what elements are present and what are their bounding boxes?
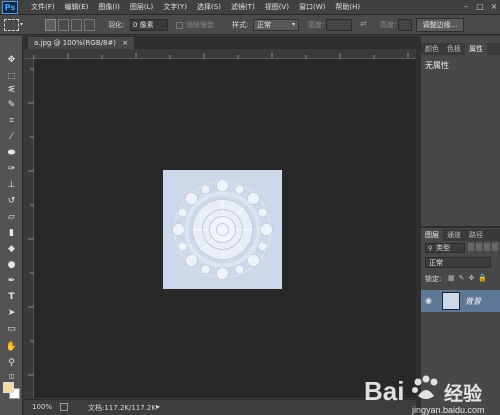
pen-tool-icon[interactable]: ✒ [4, 275, 19, 288]
menu-help[interactable]: 帮助(H) [330, 0, 365, 15]
history-brush-tool-icon[interactable]: ↺ [4, 195, 19, 208]
horizontal-ruler [24, 49, 416, 59]
photoshop-logo: Ps [2, 1, 18, 14]
menu-edit[interactable]: 编辑(E) [60, 0, 94, 15]
filter-type-icon[interactable] [484, 243, 490, 251]
status-menu-arrow-icon[interactable]: ▸ [156, 402, 160, 411]
properties-panel-tabs: 颜色 色板 属性 [421, 43, 500, 55]
foreground-color-swatch[interactable] [3, 382, 14, 393]
lock-icons: ▦ ✎ ✥ 🔒 [448, 274, 487, 282]
properties-content: 无属性 [425, 61, 449, 70]
move-tool-icon[interactable]: ✥ [4, 54, 19, 67]
style-label: 样式: [232, 21, 249, 29]
swap-icon[interactable]: ⇄ [360, 19, 367, 28]
blend-mode-select[interactable]: 正常 [425, 257, 491, 268]
height-input[interactable] [398, 19, 412, 31]
hand-tool-icon[interactable]: ✋ [4, 341, 19, 354]
lace-doily-image [172, 179, 273, 280]
width-label: 宽度: [308, 21, 325, 29]
lasso-tool-icon[interactable]: ᓬ [4, 84, 19, 97]
menu-filter[interactable]: 滤镜(T) [226, 0, 260, 15]
vertical-ruler [24, 59, 34, 398]
dodge-tool-icon[interactable]: ● [4, 259, 19, 272]
document-size: 文档:117.2K/117.2K [88, 404, 156, 412]
tab-paths[interactable]: 路径 [465, 229, 487, 241]
menu-select[interactable]: 选择(S) [192, 0, 226, 15]
marquee-tool-icon[interactable]: ⬚ [4, 69, 19, 82]
close-button[interactable]: × [490, 2, 498, 11]
new-selection-icon[interactable] [45, 19, 56, 31]
lock-all-icon[interactable]: 🔒 [478, 274, 487, 282]
quick-select-tool-icon[interactable]: ✎ [4, 99, 19, 112]
layer-filter-select[interactable]: ⚲ 类型 [425, 243, 465, 253]
eraser-tool-icon[interactable]: ▱ [4, 211, 19, 224]
baidu-logo: Bai 经验 jingyan.baidu.com [364, 375, 485, 415]
layer-visibility-eye-icon[interactable]: ◉ [425, 296, 435, 306]
tab-channels[interactable]: 通道 [443, 229, 465, 241]
chevron-down-icon[interactable]: ▾ [20, 22, 26, 28]
path-select-tool-icon[interactable]: ➤ [4, 307, 19, 320]
lock-transparent-icon[interactable]: ▦ [448, 274, 455, 282]
lock-label: 锁定: [425, 275, 442, 283]
height-label: 高度: [380, 21, 397, 29]
filter-search-icon: ⚲ [428, 245, 433, 252]
minimize-button[interactable]: – [462, 2, 470, 11]
menu-items: 文件(F) 编辑(E) 图像(I) 图层(L) 文字(Y) 选择(S) 滤镜(T… [26, 0, 365, 15]
refine-edge-button[interactable]: 调整边缘... [416, 18, 464, 32]
menu-layer[interactable]: 图层(L) [125, 0, 158, 15]
baidu-brand-text: Bai [364, 376, 404, 406]
zoom-level[interactable]: 100% [32, 403, 52, 411]
filter-pixel-icon[interactable] [468, 243, 474, 251]
clone-stamp-tool-icon[interactable]: ⊥ [4, 179, 19, 192]
baidu-jingyan-watermark: Bai 经验 jingyan.baidu.com [360, 370, 496, 415]
crop-tool-icon[interactable]: ⌗ [4, 115, 19, 128]
antialias-label: 消除锯齿 [186, 21, 214, 29]
menu-image[interactable]: 图像(I) [93, 0, 125, 15]
layer-filter-icons [468, 243, 498, 253]
gradient-tool-icon[interactable]: ▮ [4, 227, 19, 240]
lock-pixels-icon[interactable]: ✎ [459, 274, 465, 282]
spot-healing-tool-icon[interactable]: ⬬ [4, 147, 19, 160]
layers-panel-tabs: 图层 通道 路径 [421, 229, 500, 241]
zoom-tool-icon[interactable]: ⚲ [4, 357, 19, 370]
brush-tool-icon[interactable]: ✑ [4, 163, 19, 176]
subtract-selection-icon[interactable] [71, 19, 82, 31]
lock-position-icon[interactable]: ✥ [469, 274, 475, 282]
tab-layers[interactable]: 图层 [421, 229, 443, 241]
menu-file[interactable]: 文件(F) [26, 0, 60, 15]
marquee-tool-preset-icon[interactable] [4, 19, 19, 31]
menu-type[interactable]: 文字(Y) [158, 0, 192, 15]
tab-color[interactable]: 颜色 [421, 43, 443, 55]
document-tab[interactable]: a.jpg @ 100%(RGB/8#) × [28, 37, 135, 49]
blur-tool-icon[interactable]: ◆ [4, 243, 19, 256]
feather-input[interactable]: 0 像素 [130, 19, 168, 31]
maximize-button[interactable]: □ [476, 2, 484, 11]
chevron-down-icon: ▾ [292, 21, 296, 28]
antialias-checkbox[interactable] [176, 22, 183, 29]
filter-adjust-icon[interactable] [476, 243, 482, 251]
watermark-url: jingyan.baidu.com [411, 405, 485, 415]
tab-swatches[interactable]: 色板 [443, 43, 465, 55]
window-controls: – □ × [462, 2, 498, 11]
width-input[interactable] [326, 19, 352, 31]
feather-label: 羽化: [108, 21, 125, 29]
close-tab-icon[interactable]: × [122, 39, 128, 47]
document-image[interactable] [163, 170, 282, 289]
type-tool-icon[interactable]: T [4, 291, 19, 304]
document-tab-title: a.jpg @ 100%(RGB/8#) [34, 39, 117, 47]
rectangle-tool-icon[interactable]: ▭ [4, 323, 19, 336]
status-info-icon[interactable] [60, 403, 68, 411]
layer-filter-label: 类型 [436, 244, 450, 252]
status-bar: 100% 文档:117.2K/117.2K ▸ [24, 399, 416, 415]
layer-name[interactable]: 背景 [465, 296, 481, 307]
menu-window[interactable]: 窗口(W) [294, 0, 330, 15]
eyedropper-tool-icon[interactable]: ⁄ [4, 131, 19, 144]
jingyan-brand-text: 经验 [444, 382, 483, 405]
filter-shape-icon[interactable] [492, 243, 498, 251]
intersect-selection-icon[interactable] [84, 19, 95, 31]
tab-properties[interactable]: 属性 [465, 43, 487, 55]
add-selection-icon[interactable] [58, 19, 69, 31]
menu-view[interactable]: 视图(V) [260, 0, 294, 15]
layer-thumbnail [442, 292, 460, 310]
